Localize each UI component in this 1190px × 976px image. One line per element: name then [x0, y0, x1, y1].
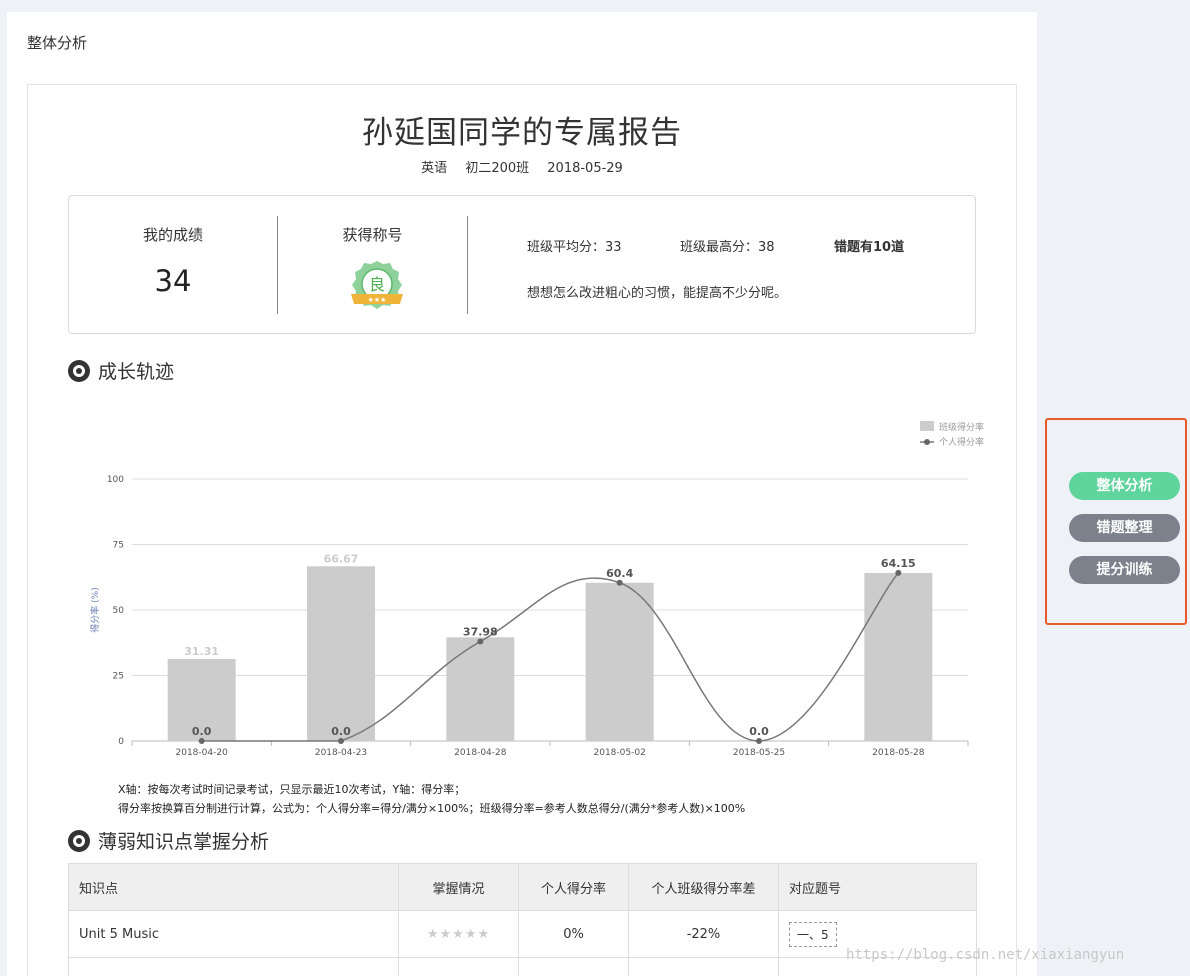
summary-box: 我的成绩 34 获得称号 良 ★★★ 班级平均分：33 班级最高分：38 错题有… [68, 195, 976, 334]
x-tick-label: 2018-04-20 [176, 748, 229, 758]
line-value-label: 64.15 [881, 557, 916, 570]
report-subtitle: 英语 初二200班 2018-05-29 [28, 157, 1016, 176]
bar-value-label: 31.31 [184, 645, 219, 658]
legend-label-bar: 班级得分率 [939, 421, 984, 433]
line-value-label: 0.0 [749, 725, 769, 738]
bar-value-label: 66.67 [324, 552, 359, 565]
header-mastery: 掌握情况 [398, 863, 519, 911]
table-row [68, 957, 977, 976]
class-max: 班级最高分：38 [680, 240, 775, 255]
y-tick-label: 75 [113, 541, 124, 551]
line-point [338, 738, 344, 744]
badge-char: 良 [369, 275, 385, 294]
target-icon [68, 359, 90, 382]
topic-cell: Unit 5 Music [68, 910, 399, 958]
bar [307, 566, 375, 741]
growth-section-title: 成长轨迹 [68, 357, 174, 384]
class-average: 班级平均分：33 [527, 240, 622, 255]
watermark: https://blog.csdn.net/xiaxiangyun [846, 947, 1125, 963]
legend-swatch-bar [920, 421, 934, 431]
my-score-label: 我的成绩 [142, 226, 203, 244]
report-title: 孙延国同学的专属报告 [362, 115, 682, 151]
growth-chart: 0 25 50 75 100 得分率 (%) 31.31 66.67 2018-04-20 201… [89, 421, 984, 758]
line-point [477, 638, 484, 645]
mastery-cell: ★★★★★ [398, 910, 519, 958]
side-nav: 整体分析 错题整理 提分训练 [1045, 418, 1187, 625]
my-score-column: 我的成绩 34 [69, 216, 278, 314]
my-score-value: 34 [154, 264, 192, 298]
weak-table-wrap: 知识点 掌握情况 个人得分率 个人班级得分率差 对应题号 Unit 5 Musi… [68, 863, 977, 976]
chart-note-line1: X轴：按每次考试时间记录考试，只显示最近10次考试，Y轴：得分率； [118, 783, 466, 796]
star-rating-icon: ★★★★★ [426, 926, 491, 942]
y-tick-label: 50 [113, 606, 125, 616]
wrong-count: 错题有10道 [834, 240, 905, 255]
personal-rate-cell: 0% [518, 910, 629, 958]
x-tick-label: 2018-04-23 [315, 748, 367, 758]
line-value-label: 0.0 [331, 725, 351, 738]
nav-wrong-questions-button[interactable]: 错题整理 [1069, 514, 1180, 542]
series-line-personal [201, 572, 899, 742]
badge-stars: ★★★ [368, 296, 387, 304]
main-panel: 整体分析 孙延国同学的专属报告 英语 初二200班 2018-05-29 我的成… [7, 12, 1037, 976]
x-tick-label: 2018-04-28 [454, 748, 507, 758]
nav-overall-analysis-button[interactable]: 整体分析 [1069, 472, 1180, 500]
target-icon [68, 829, 90, 852]
question-tag[interactable]: 一、5 [789, 921, 837, 947]
line-value-label: 0.0 [192, 725, 212, 738]
table-row: Unit 5 Music ★★★★★ 0% -22% 一、5 [68, 910, 977, 958]
bar [446, 637, 515, 741]
personal-rate-cell [518, 957, 629, 976]
weak-title-text: 薄弱知识点掌握分析 [98, 831, 270, 853]
topic-cell [68, 957, 399, 976]
grade-badge-icon: 良 ★★★ [351, 261, 403, 309]
summary-info: 班级平均分：33 班级最高分：38 错题有10道 想想怎么改进粗心的习惯，能提高… [527, 236, 904, 301]
report-card: 孙延国同学的专属报告 英语 初二200班 2018-05-29 我的成绩 34 … [27, 84, 1017, 976]
report-date: 2018-05-29 [547, 161, 623, 176]
header-personal-rate: 个人得分率 [518, 863, 629, 911]
x-tick-label: 2018-05-28 [872, 748, 925, 758]
legend-label-line: 个人得分率 [939, 436, 984, 448]
y-tick-label: 100 [107, 475, 124, 485]
line-point [198, 738, 205, 744]
line-point [616, 579, 623, 586]
summary-tip: 想想怎么改进粗心的习惯，能提高不少分呢。 [527, 286, 788, 301]
line-value-label: 37.98 [463, 625, 498, 638]
title-column: 获得称号 良 ★★★ [278, 216, 468, 314]
title-label: 获得称号 [342, 226, 403, 244]
table-header-row: 知识点 掌握情况 个人得分率 个人班级得分率差 对应题号 [68, 863, 977, 911]
diff-cell [628, 957, 779, 976]
legend-swatch-point [924, 439, 930, 445]
line-value-label: 60.4 [606, 567, 633, 580]
header-topic: 知识点 [68, 863, 399, 911]
chart-note-line2: 得分率按换算百分制进行计算，公式为：个人得分率=得分/满分×100%；班级得分率… [118, 802, 746, 815]
x-tick-label: 2018-05-02 [594, 748, 646, 758]
line-point [895, 569, 902, 576]
nav-improve-training-button[interactable]: 提分训练 [1069, 556, 1180, 584]
page-heading: 整体分析 [27, 34, 88, 52]
bar [864, 572, 933, 741]
diff-cell: -22% [628, 910, 779, 958]
header-diff: 个人班级得分率差 [628, 863, 779, 911]
report-class: 初二200班 [465, 161, 530, 176]
y-axis-label: 得分率 (%) [89, 587, 101, 632]
line-point [756, 738, 762, 744]
weak-section-title: 薄弱知识点掌握分析 [68, 827, 269, 854]
weak-points-table: 知识点 掌握情况 个人得分率 个人班级得分率差 对应题号 Unit 5 Musi… [68, 863, 977, 976]
header-questions: 对应题号 [778, 863, 977, 911]
bar [585, 582, 654, 741]
mastery-cell [398, 957, 519, 976]
report-subject: 英语 [421, 161, 448, 176]
y-tick-label: 25 [113, 672, 124, 682]
growth-title-text: 成长轨迹 [98, 361, 175, 383]
x-tick-label: 2018-05-25 [733, 748, 785, 758]
y-tick-label: 0 [118, 737, 124, 747]
